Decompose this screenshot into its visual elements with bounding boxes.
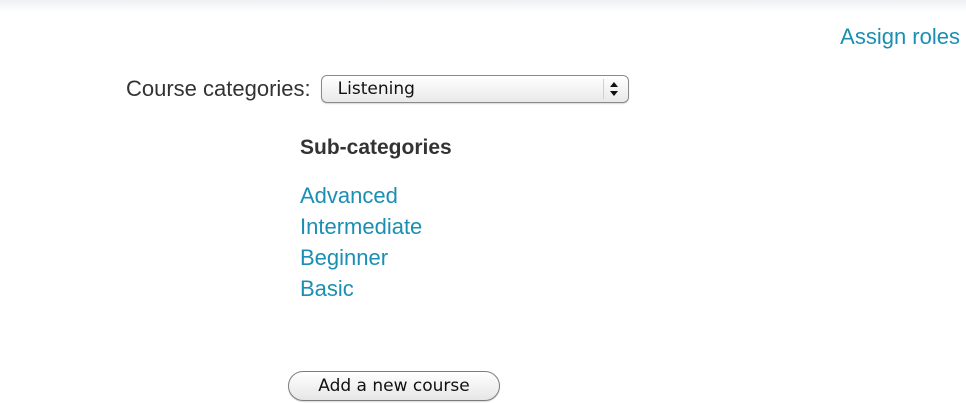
sub-categories-heading: Sub-categories <box>300 136 452 159</box>
sub-category-link-basic[interactable]: Basic <box>300 276 354 301</box>
sub-category-link-advanced[interactable]: Advanced <box>300 183 398 208</box>
sub-category-link-beginner[interactable]: Beginner <box>300 245 388 270</box>
course-categories-row: Course categories: Listening <box>126 72 629 106</box>
top-strip <box>0 0 966 12</box>
list-item: Advanced <box>300 180 422 211</box>
course-categories-label: Course categories: <box>126 76 311 101</box>
assign-roles-link[interactable]: Assign roles <box>840 24 960 50</box>
list-item: Basic <box>300 273 422 304</box>
list-item: Beginner <box>300 242 422 273</box>
sub-categories-list: Advanced Intermediate Beginner Basic <box>300 180 422 304</box>
up-down-arrows-icon <box>609 82 618 96</box>
course-categories-select[interactable]: Listening <box>320 75 629 103</box>
sub-category-link-intermediate[interactable]: Intermediate <box>300 214 422 239</box>
select-divider <box>602 79 604 99</box>
course-categories-selected-value: Listening <box>337 79 415 99</box>
add-new-course-button[interactable]: Add a new course <box>288 371 500 401</box>
list-item: Intermediate <box>300 211 422 242</box>
